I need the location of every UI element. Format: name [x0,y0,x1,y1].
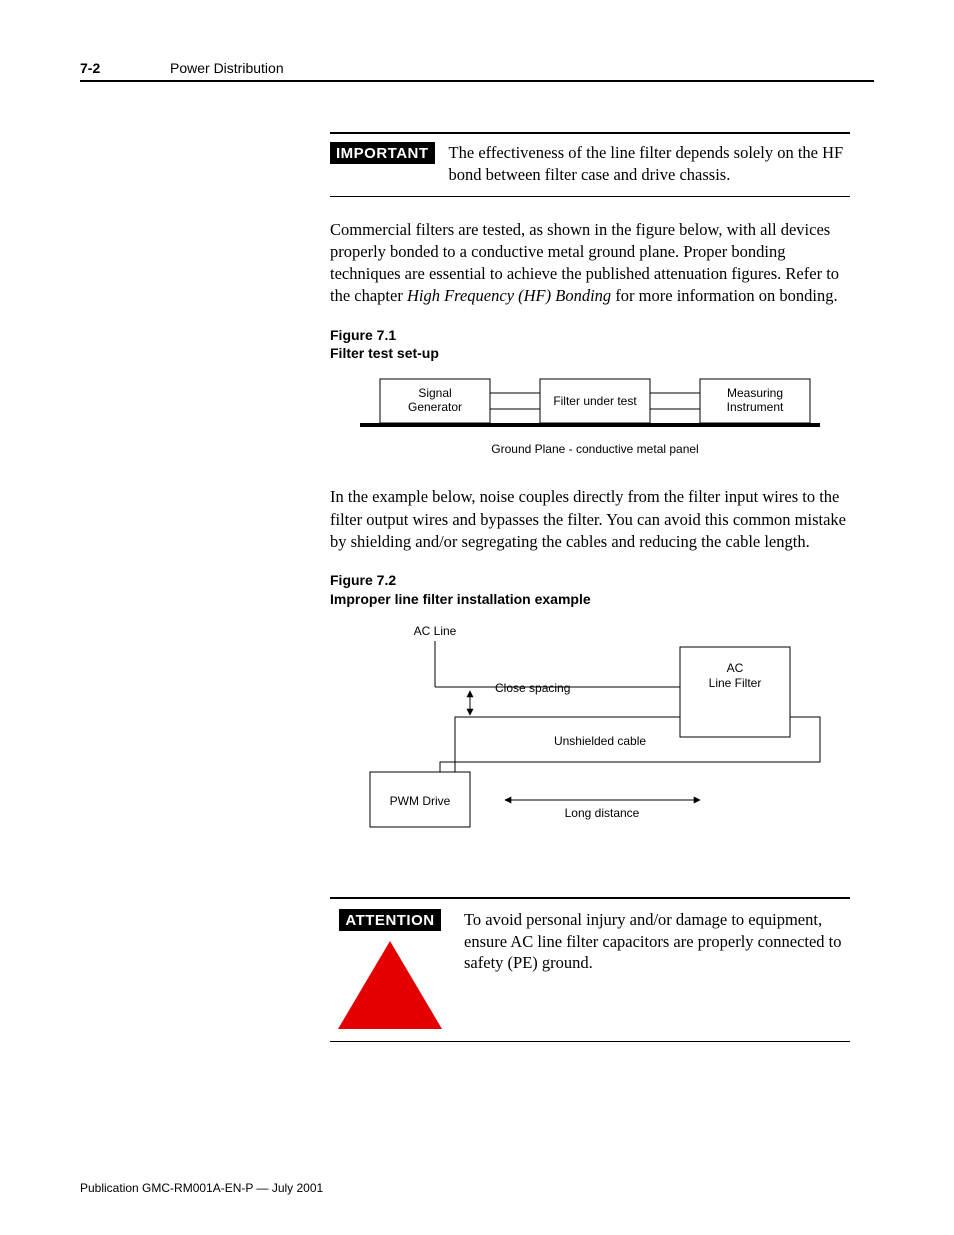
important-callout: IMPORTANT The effectiveness of the line … [330,132,850,197]
warning-triangle-icon [338,941,442,1029]
fig1-box2-text: Filter under test [553,394,637,408]
fig1-box3-line1: Measuring [727,386,783,400]
figure-1-diagram: Signal Generator Filter under test Measu… [330,371,850,466]
page-number: 7-2 [80,60,170,76]
fig1-box1-line2: Generator [408,400,462,414]
fig2-long-distance-label: Long distance [565,806,640,820]
fig2-ac-line-label: AC Line [414,624,457,638]
important-text: The effectiveness of the line filter dep… [449,142,850,186]
fig2-pwm-drive-label: PWM Drive [390,794,451,808]
fig1-caption-line1: Figure 7.1 [330,327,396,343]
fig2-unshielded-label: Unshielded cable [554,734,646,748]
figure-2-caption: Figure 7.2 Improper line filter installa… [330,571,850,609]
page-header: 7-2 Power Distribution [80,60,874,82]
figure-2-diagram: AC Line AC Line Filter Close spacing Uns… [330,617,850,857]
fig1-ground-label: Ground Plane - conductive metal panel [491,442,698,456]
publication-footer: Publication GMC-RM001A-EN-P — July 2001 [80,1181,323,1195]
fig1-caption-line2: Filter test set-up [330,345,439,361]
attention-text: To avoid personal injury and/or damage t… [464,909,850,974]
content-column: IMPORTANT The effectiveness of the line … [330,132,850,1042]
figure-1-caption: Figure 7.1 Filter test set-up [330,326,850,364]
page: 7-2 Power Distribution IMPORTANT The eff… [0,0,954,1235]
attention-tag: ATTENTION [339,909,440,931]
important-tag: IMPORTANT [330,142,435,164]
attention-callout: ATTENTION To avoid personal injury and/o… [330,897,850,1042]
para1-italic: High Frequency (HF) Bonding [407,286,611,305]
chapter-title: Power Distribution [170,60,284,76]
paragraph-1: Commercial filters are tested, as shown … [330,219,850,308]
para1-part-b: for more information on bonding. [611,286,837,305]
fig2-close-spacing-label: Close spacing [495,681,570,695]
fig2-filter-line1: AC [727,661,744,675]
fig1-box1-line1: Signal [418,386,451,400]
fig2-caption-line2: Improper line filter installation exampl… [330,591,591,607]
fig2-caption-line1: Figure 7.2 [330,572,396,588]
fig2-filter-line2: Line Filter [709,676,762,690]
fig1-box3-line2: Instrument [727,400,784,414]
paragraph-2: In the example below, noise couples dire… [330,486,850,553]
